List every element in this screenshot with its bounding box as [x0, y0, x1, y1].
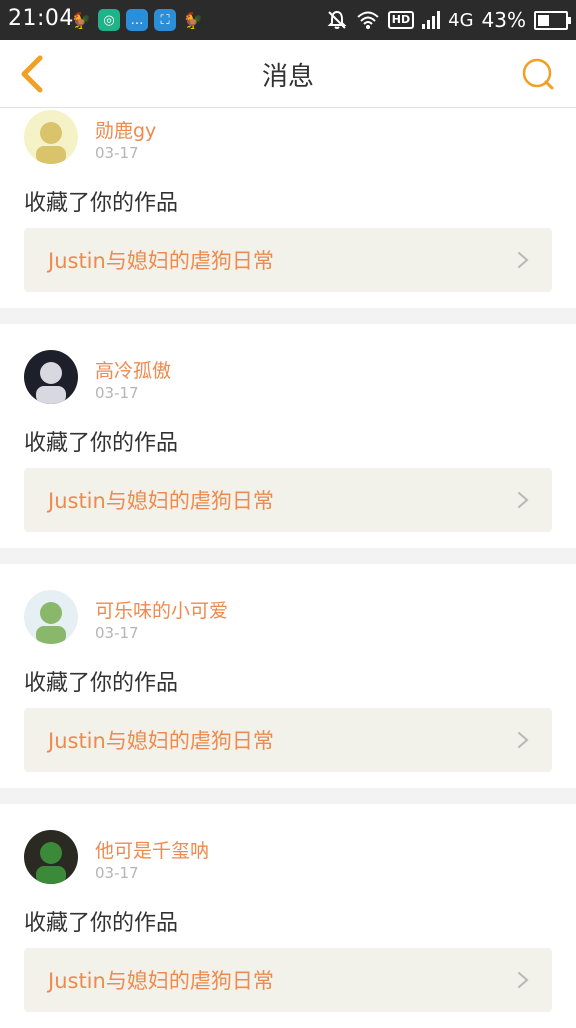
avatar[interactable] [24, 830, 78, 884]
work-title: Justin与媳妇的虐狗日常 [48, 489, 274, 513]
message-date: 03-17 [95, 384, 139, 402]
network-type: 4G [448, 9, 474, 31]
bell-off-icon [327, 10, 347, 29]
message-card: 他可是千玺呐 03-17 收藏了你的作品 Justin与媳妇的虐狗日常 [0, 804, 576, 1028]
action-text: 收藏了你的作品 [24, 911, 179, 936]
status-time: 21:04 [8, 6, 74, 31]
avatar-image [24, 830, 78, 884]
battery-percent: 43% [481, 8, 526, 32]
chevron-right-icon [518, 732, 529, 748]
work-title: Justin与媳妇的虐狗日常 [48, 249, 274, 273]
work-link[interactable]: Justin与媳妇的虐狗日常 [24, 468, 552, 532]
avatar[interactable] [24, 350, 78, 404]
chevron-right-icon [518, 252, 529, 268]
message-header: 高冷孤傲 03-17 [0, 350, 576, 414]
nav-bar: 消息 [0, 40, 576, 108]
work-link[interactable]: Justin与媳妇的虐狗日常 [24, 708, 552, 772]
action-text: 收藏了你的作品 [24, 671, 179, 696]
avatar-image [24, 110, 78, 164]
system-icons: HD 4G 43% [326, 6, 571, 34]
page-title: 消息 [261, 62, 314, 92]
action-text: 收藏了你的作品 [24, 431, 179, 456]
avatar[interactable] [24, 110, 78, 164]
chevron-right-icon [518, 492, 529, 508]
avatar-image [24, 590, 78, 644]
avatar-image [24, 350, 78, 404]
scan-icon: ⛶ [154, 9, 176, 31]
app-circle-icon: ◎ [98, 9, 120, 31]
message-date: 03-17 [95, 624, 139, 642]
message-header: 他可是千玺呐 03-17 [0, 830, 576, 894]
signal-icon [422, 11, 441, 29]
message-card: 高冷孤傲 03-17 收藏了你的作品 Justin与媳妇的虐狗日常 [0, 324, 576, 548]
action-text: 收藏了你的作品 [24, 191, 179, 216]
message-date: 03-17 [95, 864, 139, 882]
username[interactable]: 勋鹿gy [95, 116, 156, 143]
chat-bubble-icon: … [126, 9, 148, 31]
message-card: 可乐味的小可爱 03-17 收藏了你的作品 Justin与媳妇的虐狗日常 [0, 564, 576, 788]
work-link[interactable]: Justin与媳妇的虐狗日常 [24, 948, 552, 1012]
rooster-icon: 🐓 [71, 10, 91, 30]
hd-badge: HD [387, 11, 415, 29]
notification-icons: 🐓 ◎ … ⛶ 🐓 [70, 8, 204, 32]
work-title: Justin与媳妇的虐狗日常 [48, 969, 274, 993]
username[interactable]: 高冷孤傲 [95, 356, 171, 383]
message-card: 勋鹿gy 03-17 收藏了你的作品 Justin与媳妇的虐狗日常 [0, 108, 576, 308]
username[interactable]: 可乐味的小可爱 [95, 596, 228, 623]
chevron-right-icon [518, 972, 529, 988]
message-date: 03-17 [95, 144, 139, 162]
wifi-icon [357, 11, 379, 29]
message-header: 勋鹿gy 03-17 [0, 110, 576, 174]
status-bar: 21:04 🐓 ◎ … ⛶ 🐓 HD 4G 43% [0, 0, 576, 40]
message-list: 勋鹿gy 03-17 收藏了你的作品 Justin与媳妇的虐狗日常 高冷孤傲 0… [0, 108, 576, 1028]
rooster-icon: 🐓 [183, 10, 203, 30]
work-title: Justin与媳妇的虐狗日常 [48, 729, 274, 753]
battery-icon [534, 10, 571, 30]
work-link[interactable]: Justin与媳妇的虐狗日常 [24, 228, 552, 292]
search-icon[interactable] [520, 56, 556, 92]
avatar[interactable] [24, 590, 78, 644]
message-header: 可乐味的小可爱 03-17 [0, 590, 576, 654]
username[interactable]: 他可是千玺呐 [95, 836, 209, 863]
